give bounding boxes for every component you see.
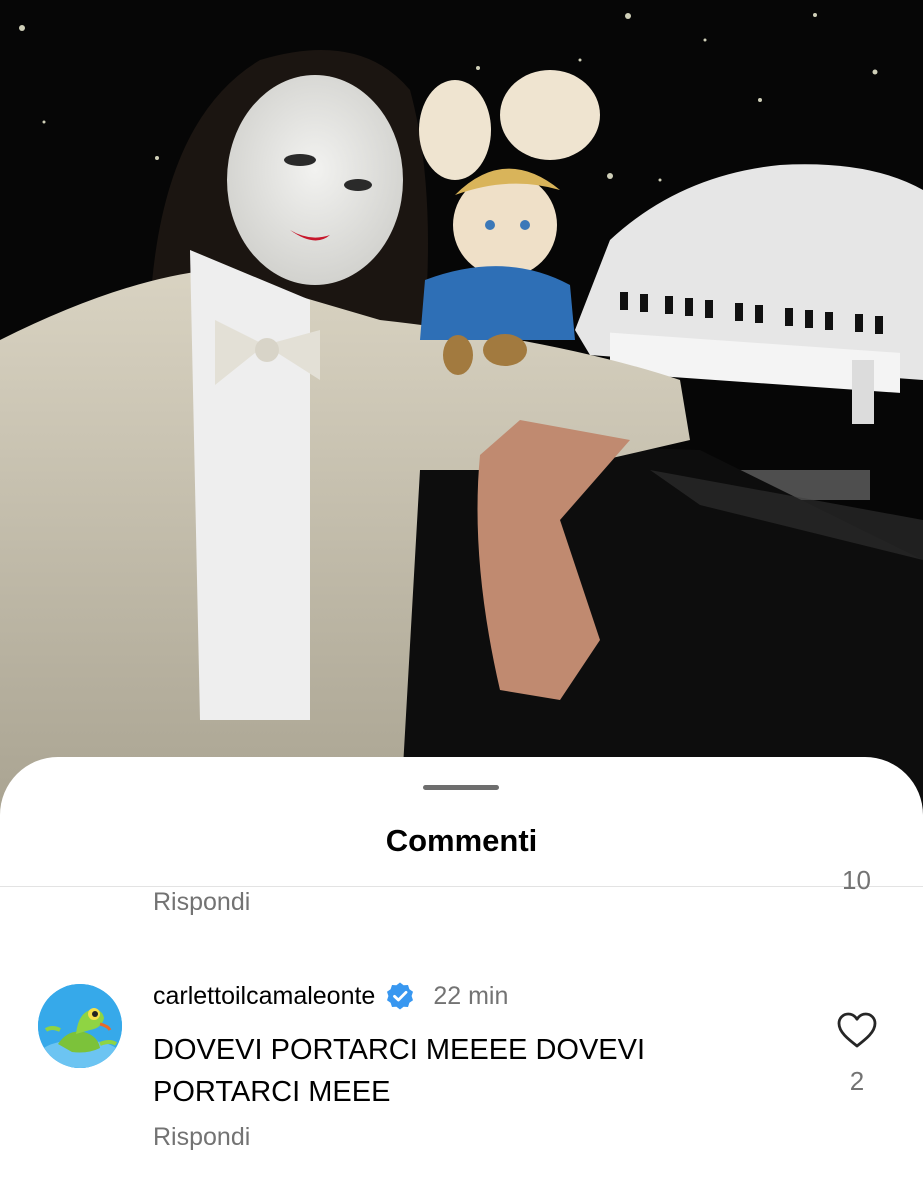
verified-badge-icon: [387, 982, 414, 1010]
comments-sheet: Commenti Rispondi 10 carlettoilcamaleont…: [0, 757, 923, 1200]
username[interactable]: carlettoilcamaleonte: [153, 982, 375, 1011]
comment-item: carlettoilcamaleonte 22 min DOVEVI PORTA…: [0, 957, 923, 1177]
sheet-title: Commenti: [385, 823, 538, 858]
divider: [0, 886, 923, 887]
heart-icon[interactable]: [836, 1011, 878, 1049]
timestamp: 22 min: [433, 981, 509, 1010]
chameleon-avatar-icon: [38, 984, 122, 1068]
comment-text: DOVEVI PORTARCI MEEEE DOVEVI PORTARCI ME…: [153, 1034, 646, 1108]
reply-button[interactable]: Rispondi: [153, 1123, 250, 1152]
previous-reply-button[interactable]: Rispondi: [153, 888, 250, 917]
post-image: [0, 0, 923, 820]
comment-header: carlettoilcamaleonte 22 min: [153, 979, 508, 1013]
like-count: 2: [849, 1066, 865, 1096]
drag-handle[interactable]: [423, 785, 499, 790]
previous-like-count: 10: [842, 865, 871, 895]
avatar[interactable]: [38, 984, 122, 1068]
